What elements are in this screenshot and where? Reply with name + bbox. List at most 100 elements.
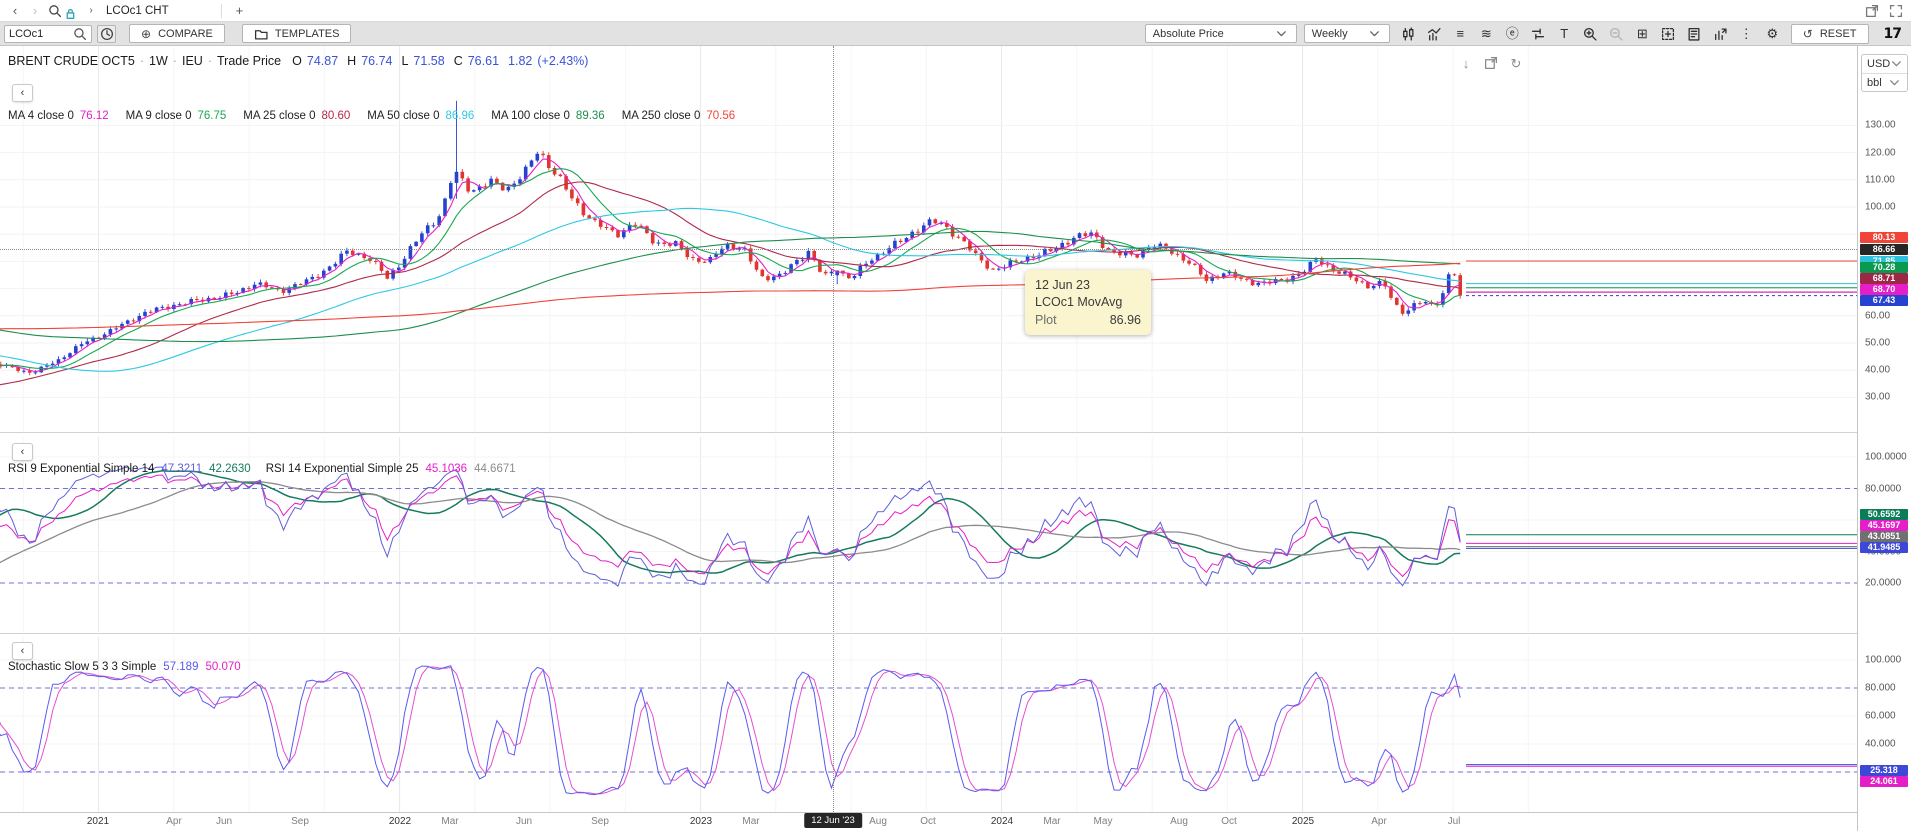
layout-rows-icon[interactable]: ≡ [1449, 24, 1472, 44]
popout-icon[interactable] [1483, 55, 1499, 71]
templates-button[interactable]: TEMPLATES [242, 24, 352, 43]
add-panel-icon[interactable] [1657, 24, 1680, 44]
export-icon[interactable] [1709, 24, 1732, 44]
rsi-legend[interactable]: RSI 9 Exponential Simple 14 47.3211 42.2… [8, 463, 516, 475]
ma-value: 86.96 [446, 110, 475, 122]
currency-unit-box[interactable]: USD bbl [1861, 54, 1908, 92]
time-axis-label: 2021 [87, 816, 109, 827]
reset-button[interactable]: ↺ RESET [1791, 24, 1869, 44]
ma-label: MA 250 close 0 [622, 110, 701, 122]
panel-divider[interactable] [0, 432, 1911, 433]
jump-to-latest-icon[interactable]: ↓ [1458, 55, 1474, 71]
search-icon[interactable] [48, 4, 62, 18]
open-in-new-icon[interactable] [1865, 4, 1879, 18]
ma-legend-item[interactable]: MA 100 close 089.36 [491, 110, 604, 122]
ma-legend-item[interactable]: MA 9 close 076.75 [126, 110, 227, 122]
low-label: L [401, 54, 408, 68]
symbol-search-input[interactable]: LCOc1 [4, 25, 92, 43]
ma-legend-item[interactable]: MA 25 close 080.60 [243, 110, 350, 122]
legend-separator: · [140, 54, 144, 68]
rsi9-value: 47.3211 [161, 463, 202, 475]
overlay-waves-icon[interactable]: ≋ [1475, 24, 1498, 44]
candlestick-style-icon[interactable] [1397, 24, 1420, 44]
axis-tick: 40.000 [1865, 739, 1896, 750]
chart-area[interactable]: BRENT CRUDE OCT5 · 1W · IEU · Trade Pric… [0, 46, 1857, 831]
axis-tick: 110.00 [1865, 174, 1895, 185]
stoch-badge: 24.061 [1860, 776, 1908, 787]
collapse-stoch-panel-button[interactable]: ‹ [12, 642, 33, 660]
folder-icon [254, 27, 268, 41]
axis-tick: 80.000 [1865, 683, 1896, 694]
crosshair-vertical [833, 46, 834, 812]
more-options-icon[interactable]: ⋮ [1735, 24, 1758, 44]
unit-select[interactable]: bbl [1862, 73, 1907, 91]
price-axis[interactable]: USD bbl 130.00120.00110.00100.0060.0050.… [1857, 46, 1911, 831]
symbol-search-icon[interactable] [73, 27, 87, 41]
price-scale-value: Absolute Price [1153, 28, 1224, 40]
events-icon[interactable]: ⓔ [1501, 24, 1524, 44]
time-axis-label: Apr [1371, 816, 1387, 827]
ma-legend-item[interactable]: MA 4 close 076.12 [8, 110, 109, 122]
interval-history-button[interactable] [97, 25, 116, 43]
change-value: 1.82 [508, 54, 532, 68]
ma-legend-item[interactable]: MA 250 close 070.56 [622, 110, 735, 122]
stoch-d-value: 50.070 [205, 661, 240, 673]
indicators-icon[interactable] [1423, 24, 1446, 44]
time-axis[interactable]: 2021AprJunSep2022MarJunSep2023MarAugOct2… [0, 812, 1857, 831]
symbol-value: LCOc1 [9, 28, 43, 40]
collapse-price-panel-button[interactable]: ‹ [12, 84, 33, 102]
measure-icon[interactable] [1527, 24, 1550, 44]
low-value: 71.58 [413, 54, 444, 68]
time-axis-label: Sep [591, 816, 609, 827]
symbol-name: BRENT CRUDE OCT5 [8, 54, 135, 68]
stoch-panel-plot[interactable] [0, 637, 1857, 812]
expand-icon[interactable] [1889, 4, 1903, 18]
crosshair-price-badge: 86.66 [1860, 244, 1908, 255]
price-legend[interactable]: BRENT CRUDE OCT5 · 1W · IEU · Trade Pric… [8, 54, 588, 68]
panel-divider[interactable] [0, 633, 1911, 634]
axis-tick: 130.00 [1865, 120, 1896, 131]
rsi14-ma-value: 44.6671 [474, 463, 516, 475]
reload-icon[interactable]: ↻ [1508, 55, 1524, 71]
price-scale-select[interactable]: Absolute Price [1145, 24, 1297, 43]
zoom-in-icon[interactable] [1579, 24, 1602, 44]
settings-gear-icon[interactable]: ⚙ [1761, 24, 1784, 44]
ma-label: MA 4 close 0 [8, 110, 74, 122]
news-icon[interactable] [1683, 24, 1706, 44]
close-label: C [454, 54, 463, 68]
time-axis-label: Oct [920, 816, 936, 827]
tab-bar: ‹ › › LCOc1 CHT + [0, 0, 1911, 22]
currency-select[interactable]: USD [1862, 55, 1907, 73]
new-tab-button[interactable]: + [236, 3, 244, 18]
ma-value: 76.75 [197, 110, 226, 122]
ma-legend: MA 4 close 076.12 MA 9 close 076.75 MA 25 … [8, 110, 735, 122]
unit-value: bbl [1867, 77, 1882, 89]
tooltip-series: LCOc1 MovAvg [1035, 295, 1141, 309]
compare-button[interactable]: ⊕ COMPARE [129, 24, 225, 43]
tradingview-logo[interactable]: 17 [1884, 26, 1901, 42]
axis-tick: 100.0000 [1865, 452, 1907, 463]
rsi9-ma-value: 42.2630 [209, 463, 251, 475]
templates-label: TEMPLATES [275, 28, 340, 40]
lock-icon [64, 7, 78, 21]
tooltip-row-value: 86.96 [1110, 313, 1141, 327]
axis-tick: 80.0000 [1865, 483, 1901, 494]
stoch-legend[interactable]: Stochastic Slow 5 3 3 Simple 57.189 50.0… [8, 661, 241, 673]
interval-select[interactable]: Weekly [1304, 24, 1390, 43]
stoch-badge: 25.318 [1860, 765, 1908, 776]
axis-tick: 20.0000 [1865, 578, 1901, 589]
data-table-icon[interactable]: ⊞ [1631, 24, 1654, 44]
collapse-rsi-panel-button[interactable]: ‹ [12, 443, 33, 461]
price-panel-plot[interactable] [0, 46, 1857, 432]
chevron-down-icon [1890, 57, 1904, 71]
price-badge: 68.70 [1860, 284, 1908, 295]
forward-button[interactable]: › [28, 3, 42, 18]
back-button[interactable]: ‹ [8, 3, 22, 18]
chevron-down-icon [1368, 27, 1382, 41]
text-tool-icon[interactable]: T [1553, 24, 1576, 44]
time-axis-label: Aug [869, 816, 887, 827]
zoom-out-icon[interactable] [1605, 24, 1628, 44]
tab-title[interactable]: LCOc1 CHT [106, 5, 169, 17]
chart-quick-actions: ↓↻ [1458, 55, 1524, 71]
ma-legend-item[interactable]: MA 50 close 086.96 [367, 110, 474, 122]
